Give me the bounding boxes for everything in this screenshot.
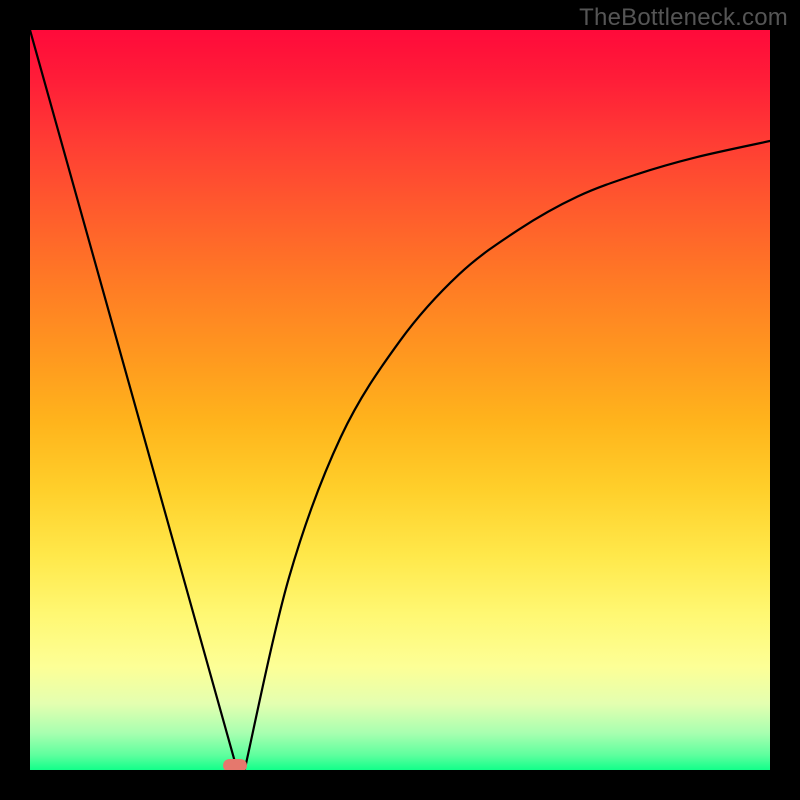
watermark-text: TheBottleneck.com <box>579 4 788 32</box>
curve-right-branch <box>245 141 770 770</box>
curve-left-branch <box>30 30 237 770</box>
optimal-point-marker <box>223 759 247 770</box>
chart-plot-area <box>30 30 770 770</box>
chart-curves <box>30 30 770 770</box>
